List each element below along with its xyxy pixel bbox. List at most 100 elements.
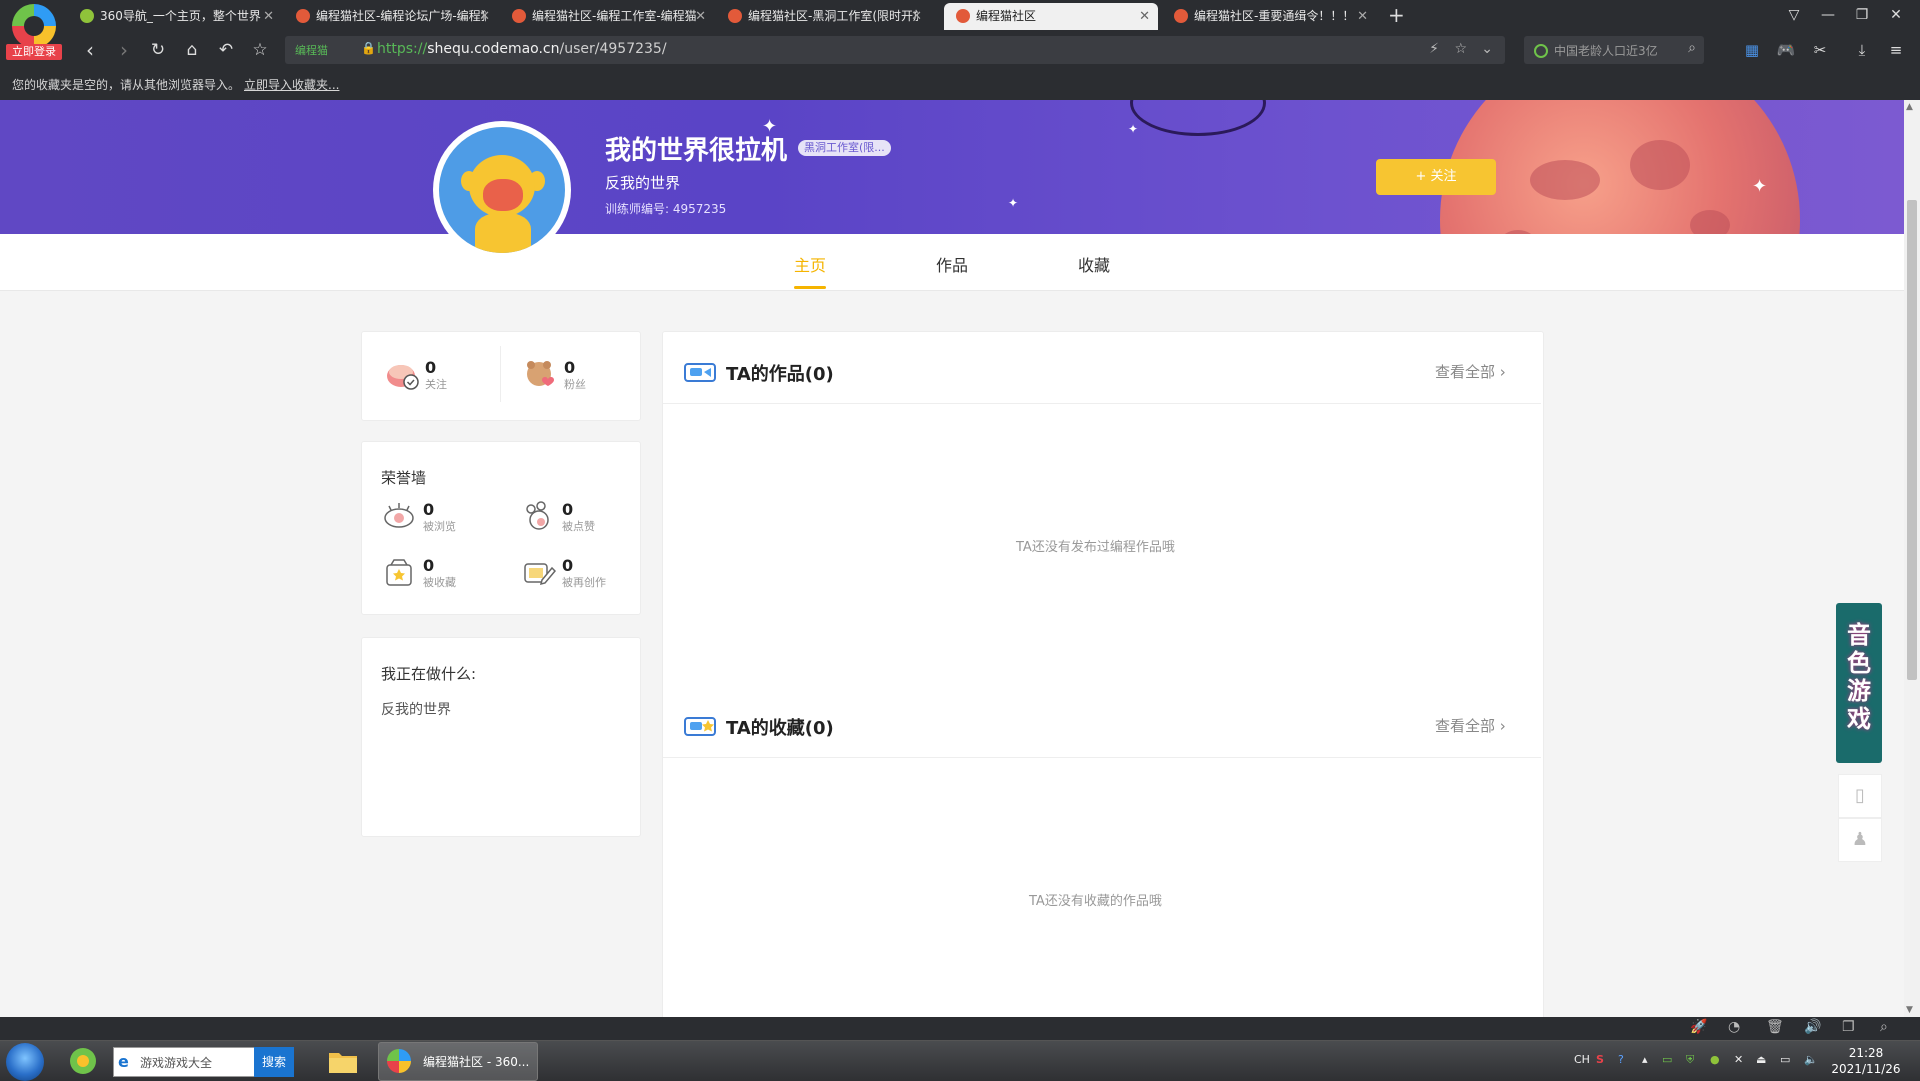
scissors-icon[interactable]: ✂ bbox=[1808, 38, 1832, 62]
new-tab-button[interactable]: + bbox=[1388, 0, 1405, 30]
close-window-button[interactable]: ✕ bbox=[1878, 0, 1914, 30]
tab-home[interactable]: 主页 bbox=[794, 252, 827, 289]
scrollbar-thumb[interactable] bbox=[1907, 200, 1917, 680]
volume-icon[interactable]: 🔈 bbox=[1804, 1053, 1818, 1066]
sound-icon[interactable]: 🔊 bbox=[1804, 1019, 1821, 1035]
divider bbox=[663, 403, 1541, 404]
battery-icon[interactable]: ▭ bbox=[1662, 1053, 1672, 1066]
scroll-down-icon[interactable]: ▼ bbox=[1906, 1005, 1913, 1015]
collections-title: TA的收藏(0) bbox=[726, 718, 834, 739]
360-browser-logo[interactable]: 立即登录 bbox=[6, 4, 62, 60]
sogou-ime-icon[interactable]: S bbox=[1596, 1053, 1604, 1066]
profile-username: 我的世界很拉机 bbox=[605, 136, 788, 166]
search-icon[interactable]: ⌕ bbox=[1688, 40, 1696, 56]
avatar[interactable] bbox=[433, 121, 571, 259]
login-badge[interactable]: 立即登录 bbox=[6, 44, 62, 60]
menu-icon[interactable]: ≡ bbox=[1884, 38, 1908, 62]
undo-close-icon[interactable]: ↶ bbox=[212, 38, 240, 62]
browser-tab-bar: 360导航_一个主页，整个世界 ✕ 编程猫社区-编程论坛广场-编程猫 ✕ 编程猫社区… bbox=[0, 0, 1920, 30]
folder-icon[interactable] bbox=[326, 1045, 360, 1077]
reload-icon[interactable]: ↻ bbox=[144, 38, 172, 62]
usb-icon[interactable]: ⏏ bbox=[1756, 1053, 1766, 1066]
game-controller-icon[interactable]: 🎮 bbox=[1774, 38, 1798, 62]
search-engine-icon bbox=[1534, 44, 1548, 58]
side-game-ad[interactable]: 音色游戏 bbox=[1836, 603, 1882, 763]
works-folder-icon bbox=[684, 363, 716, 382]
forward-icon[interactable]: › bbox=[110, 38, 138, 62]
monkey-avatar-icon bbox=[439, 127, 565, 253]
profile-motto: 反我的世界 bbox=[605, 174, 681, 192]
mobile-app-icon[interactable]: ▯ bbox=[1838, 774, 1882, 818]
remix-pencil-icon bbox=[524, 563, 556, 586]
close-tab-icon[interactable]: ✕ bbox=[911, 3, 922, 30]
help-icon[interactable]: ? bbox=[1618, 1053, 1624, 1066]
import-favorites-link[interactable]: 立即导入收藏夹... bbox=[244, 70, 339, 100]
qq-penguin-icon[interactable]: ♟ bbox=[1838, 818, 1882, 862]
profile-banner: ✦ ✦ ✦ ✦ bbox=[0, 100, 1904, 234]
url-bar[interactable]: 编程猫 🔒 https://shequ.codemao.cn/user/4957… bbox=[285, 36, 1505, 64]
collections-view-all-link[interactable]: 查看全部 › bbox=[1435, 715, 1506, 736]
360-security-icon[interactable] bbox=[66, 1045, 100, 1077]
apps-grid-icon[interactable]: ▦ bbox=[1740, 38, 1764, 62]
close-tab-icon[interactable]: ✕ bbox=[479, 3, 490, 30]
start-button[interactable] bbox=[6, 1043, 44, 1081]
codemao-favicon-icon bbox=[728, 8, 742, 23]
taskbar-search-button[interactable]: 搜索 bbox=[254, 1047, 294, 1077]
minimize-button[interactable]: — bbox=[1810, 0, 1846, 30]
rocket-icon[interactable]: 🚀 bbox=[1690, 1019, 1707, 1035]
restore-button[interactable]: ❐ bbox=[1844, 0, 1880, 30]
scroll-up-icon[interactable]: ▲ bbox=[1906, 102, 1913, 112]
language-indicator[interactable]: CH bbox=[1574, 1053, 1590, 1066]
lock-icon: 🔒 bbox=[361, 41, 376, 55]
tab-works[interactable]: 作品 bbox=[936, 252, 968, 276]
monitor-icon[interactable]: ▭ bbox=[1780, 1053, 1790, 1066]
tray-expand-icon[interactable]: ▴ bbox=[1642, 1053, 1648, 1066]
tab-wanted[interactable]: 编程猫社区-重要通缉令！！！ ✕ bbox=[1162, 3, 1376, 30]
search-input[interactable]: 中国老龄人口近3亿 ⌕ bbox=[1524, 36, 1704, 64]
bookmark-star-icon[interactable]: ☆ bbox=[1454, 41, 1467, 57]
tab-forum[interactable]: 编程猫社区-编程论坛广场-编程猫 ✕ bbox=[284, 3, 498, 30]
network-error-icon[interactable]: ✕ bbox=[1734, 1053, 1743, 1066]
star-decoration: ✦ bbox=[1008, 196, 1019, 210]
trash-icon[interactable]: 🗑 bbox=[1766, 1019, 1784, 1035]
360-tray-icon[interactable]: ● bbox=[1710, 1053, 1720, 1066]
page-scrollbar[interactable]: ▲ ▼ bbox=[1904, 100, 1920, 1017]
zoom-icon[interactable]: ⌕ bbox=[1880, 1019, 1888, 1035]
tab-collections[interactable]: 收藏 bbox=[1078, 252, 1110, 276]
collection-star-icon bbox=[684, 717, 716, 736]
fans-icon bbox=[527, 361, 554, 386]
speedup-icon[interactable]: ◔ bbox=[1728, 1019, 1740, 1035]
doing-text: 反我的世界 bbox=[381, 702, 451, 718]
chevron-down-icon[interactable]: ⌄ bbox=[1481, 41, 1493, 57]
taskbar-search-input[interactable]: e 游戏游戏大全 bbox=[113, 1047, 255, 1077]
close-tab-icon[interactable]: ✕ bbox=[1357, 3, 1368, 30]
close-tab-icon[interactable]: ✕ bbox=[1139, 3, 1150, 30]
ie-icon: e bbox=[118, 1052, 129, 1071]
tab-360-nav[interactable]: 360导航_一个主页，整个世界 ✕ bbox=[68, 3, 282, 30]
divider bbox=[500, 346, 501, 402]
works-view-all-link[interactable]: 查看全部 › bbox=[1435, 361, 1506, 382]
heart-check-icon bbox=[387, 365, 419, 390]
studio-badge[interactable]: 黑洞工作室(限... bbox=[798, 140, 891, 156]
speed-mode-icon[interactable]: ⚡ bbox=[1429, 41, 1439, 57]
codemao-favicon-icon bbox=[296, 8, 310, 23]
follow-button[interactable]: + 关注 bbox=[1376, 159, 1496, 195]
home-icon[interactable]: ⌂ bbox=[178, 38, 206, 62]
tab-studio[interactable]: 编程猫社区-编程工作室-编程猫 ✕ bbox=[500, 3, 714, 30]
system-clock[interactable]: 21:28 2021/11/26 bbox=[1826, 1045, 1906, 1077]
tab-blackhole[interactable]: 编程猫社区-黑洞工作室(限时开放) ✕ bbox=[716, 3, 930, 30]
back-icon[interactable]: ‹ bbox=[76, 38, 104, 62]
skin-icon[interactable]: ▽ bbox=[1776, 0, 1812, 30]
cert-label: 编程猫 bbox=[295, 44, 328, 57]
window-icon[interactable]: ❐ bbox=[1842, 1019, 1855, 1035]
planet-ring-decoration bbox=[1130, 100, 1266, 136]
shield-icon[interactable]: ⛨ bbox=[1686, 1053, 1694, 1067]
close-tab-icon[interactable]: ✕ bbox=[695, 3, 706, 30]
url-text[interactable]: https://shequ.codemao.cn/user/4957235/ bbox=[377, 41, 667, 57]
codemao-favicon-icon bbox=[956, 8, 970, 23]
taskbar-browser-task[interactable]: 编程猫社区 - 360... bbox=[378, 1042, 538, 1081]
tab-current[interactable]: 编程猫社区 ✕ bbox=[944, 3, 1158, 30]
close-tab-icon[interactable]: ✕ bbox=[263, 3, 274, 30]
favorite-star-icon[interactable]: ☆ bbox=[246, 38, 274, 62]
download-icon[interactable]: ⤓ bbox=[1850, 38, 1874, 62]
